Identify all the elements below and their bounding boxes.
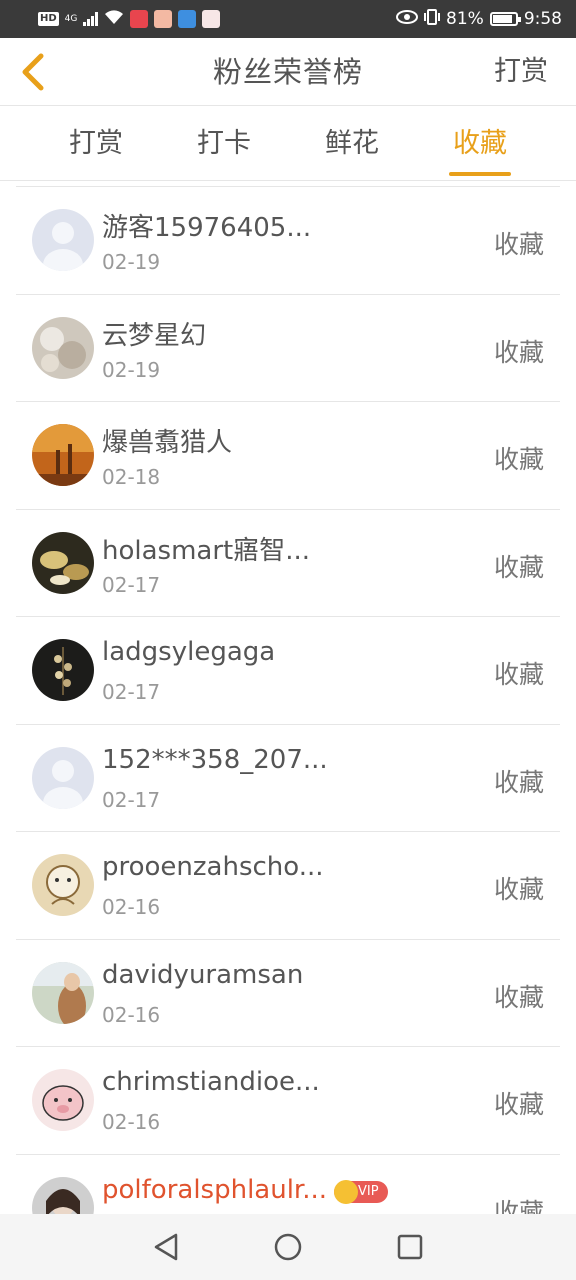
user-name: chrimstiandioe... xyxy=(102,1067,320,1097)
user-name: 云梦星幻 xyxy=(102,320,207,351)
vibrate-icon xyxy=(424,8,441,30)
app-notification-icon xyxy=(130,10,149,28)
battery-percent: 81% xyxy=(446,9,484,29)
app-notification-icon xyxy=(202,10,221,28)
tab-flowers[interactable]: 鲜花 xyxy=(297,107,407,181)
item-action: 收藏 xyxy=(493,1197,544,1215)
tab-label: 收藏 xyxy=(453,128,507,159)
item-action: 收藏 xyxy=(493,230,544,259)
item-date: 02-19 xyxy=(102,250,161,274)
battery-icon xyxy=(489,12,521,26)
circle-home-icon xyxy=(274,1233,302,1261)
avatar xyxy=(32,316,94,379)
vip-badge: VIP xyxy=(334,1179,388,1204)
active-tab-indicator xyxy=(449,172,511,176)
app-notification-icon xyxy=(178,10,197,28)
back-button[interactable] xyxy=(12,50,52,94)
user-name: ladgsylegaga xyxy=(102,637,276,667)
signal-icon xyxy=(83,12,99,26)
page-title: 粉丝荣誉榜 xyxy=(212,55,363,89)
chevron-left-icon xyxy=(22,53,44,91)
item-date: 02-16 xyxy=(102,1110,161,1134)
list-item[interactable]: 游客15976405... 02-19 收藏 xyxy=(16,187,560,295)
avatar xyxy=(32,1069,94,1131)
list-item[interactable]: 爆兽翥猎人 02-18 收藏 xyxy=(16,402,560,510)
system-nav-bar xyxy=(0,1214,576,1280)
hd-indicator: HD xyxy=(38,12,59,26)
list-item[interactable]: 152***358_207... 02-17 收藏 xyxy=(16,725,560,832)
item-action: 收藏 xyxy=(493,552,544,582)
clock: 9:58 xyxy=(523,9,562,29)
item-date: 02-16 xyxy=(102,1002,161,1027)
status-bar-left: HD 4G xyxy=(38,9,221,30)
item-action: 收藏 xyxy=(493,660,544,689)
tab-favorites[interactable]: 收藏 xyxy=(425,107,535,181)
user-name: holasmart寤智... xyxy=(102,535,311,566)
avatar xyxy=(32,961,94,1024)
user-name: 游客15976405... xyxy=(102,213,312,243)
avatar xyxy=(32,209,94,271)
item-action: 收藏 xyxy=(493,982,544,1012)
tab-tip[interactable]: 打赏 xyxy=(41,107,151,181)
tab-bar: 打赏 打卡 鲜花 收藏 xyxy=(0,107,576,181)
triangle-back-icon xyxy=(154,1233,178,1261)
tab-checkin[interactable]: 打卡 xyxy=(169,107,279,181)
list-item[interactable]: holasmart寤智... 02-17 收藏 xyxy=(16,510,560,617)
list-item[interactable]: 云梦星幻 02-19 收藏 xyxy=(16,295,560,402)
tip-button[interactable]: 打赏 xyxy=(494,38,548,106)
list-item[interactable]: ladgsylegaga 02-17 收藏 xyxy=(16,617,560,725)
nav-recents-button[interactable] xyxy=(394,1231,426,1263)
fan-list[interactable]: 游客15976405... 02-19 收藏 云梦星幻 02-19 收藏 爆兽翥… xyxy=(16,186,560,1214)
avatar xyxy=(32,531,94,594)
user-name: 152***358_207... xyxy=(102,744,328,775)
item-date: 02-18 xyxy=(102,465,161,489)
item-action: 收藏 xyxy=(493,1090,544,1119)
crown-icon xyxy=(334,1179,358,1204)
network-type: 4G xyxy=(64,13,78,24)
avatar xyxy=(32,1176,94,1214)
avatar xyxy=(32,854,94,916)
wifi-icon xyxy=(104,9,124,30)
list-item[interactable]: chrimstiandioe... 02-16 收藏 xyxy=(16,1047,560,1155)
list-item[interactable]: prooenzahscho... 02-16 收藏 xyxy=(16,832,560,940)
item-date: 02-16 xyxy=(102,895,161,919)
list-item[interactable]: polforalsphlaulr... VIP 收藏 xyxy=(16,1155,560,1215)
item-action: 收藏 xyxy=(493,767,544,797)
app-notification-icon xyxy=(154,10,173,28)
user-name: polforalsphlaulr... xyxy=(102,1174,328,1205)
list-item[interactable]: davidyuramsan 02-16 收藏 xyxy=(16,940,560,1047)
item-action: 收藏 xyxy=(493,337,544,367)
avatar xyxy=(32,424,94,486)
item-date: 02-17 xyxy=(102,680,161,704)
user-name: 爆兽翥猎人 xyxy=(102,428,233,458)
item-date: 02-19 xyxy=(102,357,161,382)
square-recents-icon xyxy=(397,1234,423,1260)
header: 粉丝荣誉榜 打赏 xyxy=(0,38,576,106)
item-date: 02-17 xyxy=(102,572,161,597)
status-bar-right: 81% 9:58 xyxy=(396,8,562,30)
nav-back-button[interactable] xyxy=(150,1231,182,1263)
user-name: davidyuramsan xyxy=(102,959,304,990)
nav-home-button[interactable] xyxy=(272,1231,304,1263)
avatar xyxy=(32,746,94,809)
item-action: 收藏 xyxy=(493,875,544,904)
status-bar: HD 4G 81% 9:58 xyxy=(0,0,576,38)
eye-icon xyxy=(396,9,419,29)
tab-label: 鲜花 xyxy=(325,128,379,159)
avatar xyxy=(32,639,94,701)
item-date: 02-17 xyxy=(102,787,161,812)
tab-label: 打赏 xyxy=(69,128,123,159)
vip-label: VIP xyxy=(358,1183,379,1199)
item-action: 收藏 xyxy=(493,445,544,474)
user-name: prooenzahscho... xyxy=(102,852,324,882)
tab-label: 打卡 xyxy=(197,128,251,159)
